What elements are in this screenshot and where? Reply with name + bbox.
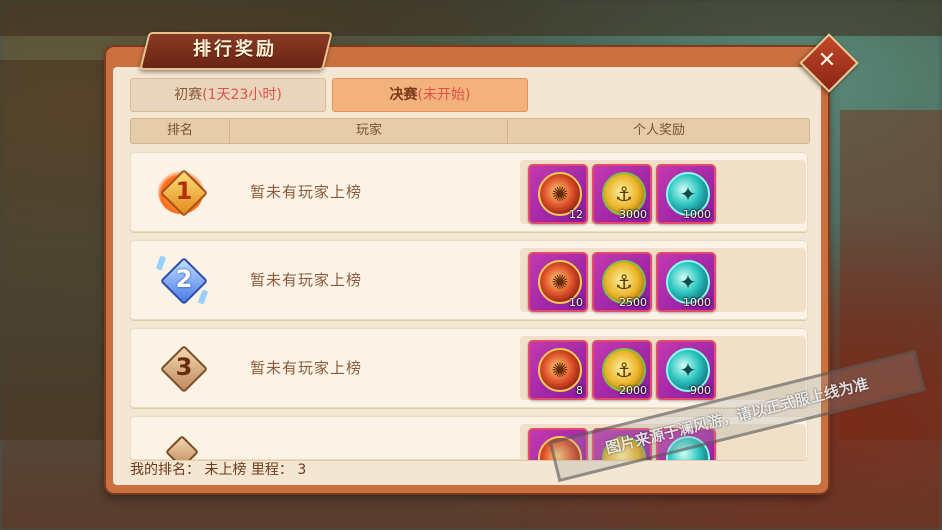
- reward-qty: 2000: [619, 384, 647, 397]
- rank-number: 1: [175, 177, 193, 205]
- reward-qty: 1000: [683, 208, 711, 221]
- player-name: 暂未有玩家上榜: [250, 359, 363, 377]
- tab-preliminary-status: (1天23小时): [202, 87, 282, 103]
- tab-preliminary[interactable]: 初赛(1天23小时): [130, 78, 326, 112]
- player-name: 暂未有玩家上榜: [250, 271, 363, 289]
- reward-qty: 10: [569, 296, 583, 309]
- background-top-bar: [0, 0, 942, 36]
- tab-final-status: (未开始): [417, 87, 471, 103]
- reward-item[interactable]: ✦ 1000: [656, 252, 716, 312]
- reward-item[interactable]: ✺ 10: [528, 252, 588, 312]
- tab-preliminary-label: 初赛: [174, 87, 203, 103]
- rank-3-badge-icon: 3: [154, 338, 210, 398]
- reward-qty: 8: [576, 384, 583, 397]
- table-row: 2 暂未有玩家上榜 ✺ 10 ⚓ 2500 ✦ 1000: [130, 240, 808, 320]
- reward-item[interactable]: ✦ 1000: [656, 164, 716, 224]
- header-reward: 个人奖励: [507, 119, 810, 143]
- tab-final[interactable]: 决赛(未开始): [332, 78, 528, 112]
- my-rank-summary: 我的排名： 未上榜 里程： 3: [130, 462, 307, 478]
- header-player: 玩家: [229, 119, 508, 143]
- reward-qty: 900: [690, 384, 711, 397]
- reward-item[interactable]: ⚓ 2500: [592, 252, 652, 312]
- rank-number: 2: [175, 265, 193, 293]
- spark-decoration: [155, 255, 167, 271]
- reward-item[interactable]: ✺ 12: [528, 164, 588, 224]
- reward-item[interactable]: ✺ 8: [528, 340, 588, 400]
- header-rank: 排名: [166, 123, 193, 138]
- rank-number: 3: [175, 353, 193, 381]
- reward-item[interactable]: ⚓ 3000: [592, 164, 652, 224]
- reward-qty: 2500: [619, 296, 647, 309]
- rank-4-badge-icon: [165, 435, 199, 460]
- reward-qty: 12: [569, 208, 583, 221]
- rank-1-badge-icon: 1: [154, 162, 210, 222]
- reward-group: ✺ 12 ⚓ 3000 ✦ 1000: [520, 160, 806, 224]
- reward-item[interactable]: ✦ 900: [656, 340, 716, 400]
- player-name: 暂未有玩家上榜: [250, 183, 363, 201]
- table-row: 1 暂未有玩家上榜 ✺ 12 ⚓ 3000 ✦ 1000: [130, 152, 808, 232]
- reward-qty: 1000: [683, 296, 711, 309]
- table-row: 3 暂未有玩家上榜 ✺ 8 ⚓ 2000 ✦ 900: [130, 328, 808, 408]
- reward-qty: 3000: [619, 208, 647, 221]
- reward-item[interactable]: ⚓ 2000: [592, 340, 652, 400]
- background-left-area: [0, 60, 115, 440]
- table-header: 排名 玩家 个人奖励: [130, 118, 810, 144]
- rank-2-badge-icon: 2: [154, 250, 210, 310]
- dialog-title: 排行奖励: [193, 39, 277, 60]
- tab-final-label: 决赛: [389, 87, 418, 103]
- reward-group: ✺ 10 ⚓ 2500 ✦ 1000: [520, 248, 806, 312]
